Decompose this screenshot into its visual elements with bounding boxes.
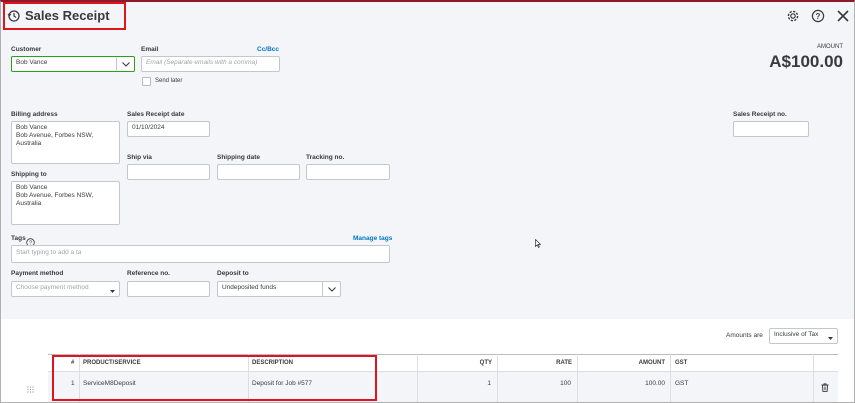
receipt-no-field[interactable] xyxy=(733,121,809,137)
help-icon[interactable]: ? xyxy=(26,234,35,247)
receipt-no-label: Sales Receipt no. xyxy=(733,111,787,118)
col-header-rate: RATE xyxy=(556,360,572,366)
tags-placeholder: Start typing to add a ta xyxy=(16,249,82,256)
caret-down-icon xyxy=(110,288,115,296)
shipping-line: Bob Avenue, Forbes NSW, xyxy=(16,192,94,200)
shipping-to-label: Shipping to xyxy=(11,171,47,178)
gear-icon[interactable] xyxy=(786,9,800,23)
deposit-to-value: Undeposited funds xyxy=(222,284,277,291)
billing-address-label: Billing address xyxy=(11,111,58,118)
row-gst[interactable]: GST xyxy=(675,380,688,387)
title-highlight-box xyxy=(3,2,126,30)
send-later-label: Send later xyxy=(155,78,183,84)
amounts-are-value: Inclusive of Tax xyxy=(774,331,819,338)
shipping-line: Bob Vance xyxy=(16,184,48,191)
amount-label: AMOUNT xyxy=(817,44,843,50)
row-rate[interactable]: 100 xyxy=(560,380,571,387)
col-divider xyxy=(577,354,578,402)
email-label: Email xyxy=(141,46,159,53)
payment-method-select[interactable]: Choose payment method xyxy=(11,281,120,297)
chevron-down-icon[interactable] xyxy=(116,57,134,71)
tracking-no-label: Tracking no. xyxy=(306,154,345,161)
amounts-are-label: Amounts are xyxy=(726,332,763,339)
tags-label: Tags xyxy=(11,235,26,242)
svg-text:?: ? xyxy=(816,12,821,21)
amount-total: A$100.00 xyxy=(769,52,843,71)
ship-via-label: Ship via xyxy=(127,154,152,161)
deposit-to-select[interactable]: Undeposited funds xyxy=(217,281,341,297)
tracking-no-field[interactable] xyxy=(306,164,390,180)
customer-value: Bob Vance xyxy=(16,59,48,66)
billing-address-field[interactable]: Bob Vance Bob Avenue, Forbes NSW, Austra… xyxy=(11,121,120,164)
reference-no-field[interactable] xyxy=(127,281,210,297)
col-divider xyxy=(497,354,498,402)
mouse-cursor-icon xyxy=(535,235,542,248)
payment-method-placeholder: Choose payment method xyxy=(16,284,89,291)
email-field[interactable]: Email (Separate emails with a comma) xyxy=(141,56,280,72)
col-header-amount: AMOUNT xyxy=(638,360,665,366)
customer-select[interactable]: Bob Vance xyxy=(11,56,135,72)
row-amount[interactable]: 100.00 xyxy=(645,380,665,387)
caret-down-icon xyxy=(828,335,833,343)
col-divider xyxy=(417,354,418,402)
header-bar: Sales Receipt ? xyxy=(1,2,854,32)
payment-method-label: Payment method xyxy=(11,270,64,277)
trash-icon[interactable] xyxy=(821,379,829,392)
customer-label: Customer xyxy=(11,46,42,53)
billing-line: Bob Vance xyxy=(16,124,48,131)
receipt-date-value: 01/10/2024 xyxy=(132,124,165,131)
shipping-line: Australia xyxy=(16,200,42,208)
shipping-date-field[interactable] xyxy=(217,164,300,180)
line-item-highlight-box xyxy=(52,355,377,401)
col-header-gst: GST xyxy=(675,360,688,366)
col-divider xyxy=(670,354,671,402)
sales-receipt-window: Sales Receipt ? Customer Bob Vance Email… xyxy=(0,0,855,403)
receipt-date-label: Sales Receipt date xyxy=(127,111,185,118)
email-placeholder: Email (Separate emails with a comma) xyxy=(146,59,258,66)
col-divider xyxy=(813,354,814,402)
tags-input[interactable]: Start typing to add a ta xyxy=(11,245,390,263)
amounts-are-select[interactable]: Inclusive of Tax xyxy=(769,328,838,344)
shipping-to-field[interactable]: Bob Vance Bob Avenue, Forbes NSW, Austra… xyxy=(11,181,120,225)
shipping-date-label: Shipping date xyxy=(217,154,260,161)
help-icon[interactable]: ? xyxy=(811,9,825,23)
row-qty[interactable]: 1 xyxy=(487,380,491,387)
close-icon[interactable] xyxy=(836,9,850,23)
ship-via-field[interactable] xyxy=(127,164,210,180)
billing-line: Bob Avenue, Forbes NSW, xyxy=(16,132,94,140)
cc-bcc-link[interactable]: Cc/Bcc xyxy=(257,46,279,53)
receipt-date-field[interactable]: 01/10/2024 xyxy=(127,121,210,137)
drag-handle-icon[interactable] xyxy=(27,380,34,393)
manage-tags-link[interactable]: Manage tags xyxy=(353,235,392,242)
billing-line: Australia xyxy=(16,140,42,148)
chevron-down-icon[interactable] xyxy=(322,282,340,296)
col-header-qty: QTY xyxy=(479,360,492,366)
deposit-to-label: Deposit to xyxy=(217,270,249,277)
reference-no-label: Reference no. xyxy=(127,270,170,277)
send-later-checkbox[interactable] xyxy=(142,77,151,86)
